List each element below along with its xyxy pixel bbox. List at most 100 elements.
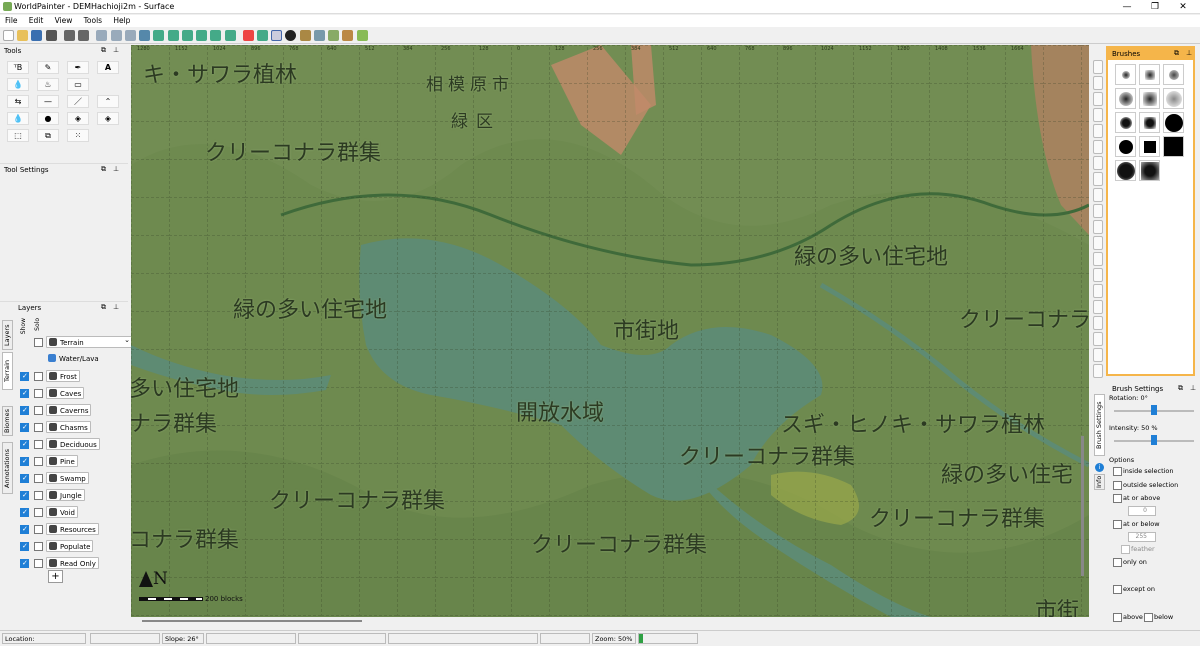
layer-button-pine[interactable]: Pine: [46, 455, 78, 467]
layer-show-checkbox[interactable]: [20, 525, 29, 534]
only-on-checkbox[interactable]: [1113, 558, 1122, 567]
palette-tab[interactable]: [1093, 364, 1103, 378]
brush-hard-round-icon[interactable]: [1163, 112, 1184, 133]
copy-selection-icon[interactable]: ⧉: [37, 129, 59, 142]
shrink-icon[interactable]: [210, 30, 222, 41]
redo-icon[interactable]: [78, 30, 90, 41]
dimension-properties-icon[interactable]: [139, 30, 151, 41]
palette-tab[interactable]: [1093, 220, 1103, 234]
vertical-scrollbar[interactable]: [1081, 436, 1084, 576]
layer-solo-checkbox[interactable]: [34, 389, 43, 398]
palette-tab[interactable]: [1093, 124, 1103, 138]
horizontal-scrollbar[interactable]: [142, 620, 362, 622]
layer-show-checkbox[interactable]: [20, 440, 29, 449]
palette-tab[interactable]: [1093, 300, 1103, 314]
shift-icon[interactable]: [167, 30, 179, 41]
tab-biomes[interactable]: Biomes: [2, 406, 13, 436]
palette-tab[interactable]: [1093, 332, 1103, 346]
layer-show-checkbox[interactable]: [20, 491, 29, 500]
palette-tab[interactable]: [1093, 140, 1103, 154]
clear-selection-icon[interactable]: ⁙: [67, 129, 89, 142]
float-icon[interactable]: ⧉: [101, 165, 106, 174]
pin-icon[interactable]: ⊥: [113, 165, 119, 173]
globe-icon[interactable]: [342, 30, 354, 41]
fit-view-icon[interactable]: [256, 30, 268, 41]
tab-layers[interactable]: Layers: [2, 320, 13, 350]
crosshair-icon[interactable]: [242, 30, 254, 41]
intensity-slider-thumb[interactable]: [1151, 435, 1157, 445]
text-tool-icon[interactable]: ᵀB: [7, 61, 29, 74]
view-icon[interactable]: [313, 30, 325, 41]
feather-checkbox[interactable]: [1121, 545, 1130, 554]
export-icon[interactable]: [45, 30, 57, 41]
water-spread-icon[interactable]: 💧: [7, 112, 29, 125]
layer-button-swamp[interactable]: Swamp: [46, 472, 89, 484]
palette-tab[interactable]: [1093, 188, 1103, 202]
float-icon[interactable]: ⧉: [101, 46, 106, 55]
map-canvas[interactable]: 1280 1152 1024 896 768 640 512 384 256 128 0 128 256…: [131, 45, 1089, 617]
at-or-below-checkbox[interactable]: [1113, 520, 1122, 529]
water-drop-icon[interactable]: 💧: [7, 78, 29, 91]
layer-solo-checkbox[interactable]: [34, 491, 43, 500]
layer-button-caves[interactable]: Caves: [46, 387, 85, 399]
level-icon[interactable]: —: [37, 95, 59, 108]
layer-solo-checkbox[interactable]: [34, 372, 43, 381]
target-icon[interactable]: [285, 30, 297, 41]
layer-solo-checkbox[interactable]: [34, 423, 43, 432]
minimize-button[interactable]: —: [1116, 0, 1138, 14]
label-tool-icon[interactable]: A: [97, 61, 119, 74]
layer-button-jungle[interactable]: Jungle: [46, 489, 85, 501]
lava-spread-icon[interactable]: ●: [37, 112, 59, 125]
slope-icon[interactable]: ／: [67, 95, 89, 108]
zoom-out-icon[interactable]: [110, 30, 122, 41]
lava-drop-icon[interactable]: ♨: [37, 78, 59, 91]
float-icon[interactable]: ⧉: [1174, 49, 1179, 58]
brush-dots-icon[interactable]: [1163, 88, 1184, 109]
layer-show-checkbox[interactable]: [20, 457, 29, 466]
sponge-icon[interactable]: ▭: [67, 78, 89, 91]
brush-fuzzy-round-icon[interactable]: [1115, 160, 1136, 181]
layer-button-caverns[interactable]: Caverns: [46, 404, 92, 416]
palette-tab[interactable]: [1093, 268, 1103, 282]
add-layer-button[interactable]: +: [48, 570, 63, 583]
outside-selection-checkbox[interactable]: [1113, 481, 1122, 490]
pin-icon[interactable]: ⊥: [1186, 49, 1192, 57]
palette-tab[interactable]: [1093, 108, 1103, 122]
plugins-icon[interactable]: [224, 30, 236, 41]
menu-tools[interactable]: Tools: [79, 15, 106, 25]
at-or-above-checkbox[interactable]: [1113, 494, 1122, 503]
inside-selection-checkbox[interactable]: [1113, 467, 1122, 476]
at-or-below-spinner[interactable]: 255: [1128, 532, 1156, 542]
new-file-icon[interactable]: [3, 30, 14, 41]
image-overlay-icon[interactable]: [299, 30, 311, 41]
mountain-icon[interactable]: [328, 30, 340, 41]
pin-icon[interactable]: ⊥: [113, 46, 119, 54]
open-file-icon[interactable]: [17, 30, 29, 41]
brush-soft-square-icon[interactable]: [1139, 64, 1160, 85]
layer-solo-checkbox[interactable]: [34, 457, 43, 466]
palette-tab[interactable]: [1093, 348, 1103, 362]
layer-solo-checkbox[interactable]: [34, 525, 43, 534]
palette-tab[interactable]: [1093, 284, 1103, 298]
palette-tab[interactable]: [1093, 172, 1103, 186]
menu-help[interactable]: Help: [108, 15, 134, 25]
biomes-icon[interactable]: [356, 30, 368, 41]
palette-tab[interactable]: [1093, 204, 1103, 218]
layer-button-frost[interactable]: Frost: [46, 370, 80, 382]
layer-button-resources[interactable]: Resources: [46, 523, 99, 535]
layer-show-checkbox[interactable]: [20, 508, 29, 517]
palette-tab[interactable]: [1093, 156, 1103, 170]
layer-button-read-only[interactable]: Read Only: [46, 557, 99, 569]
select-icon[interactable]: ⬚: [7, 129, 29, 142]
tab-info[interactable]: Info: [1094, 474, 1105, 490]
tab-terrain[interactable]: Terrain: [2, 352, 13, 390]
zoom-reset-icon[interactable]: [124, 30, 136, 41]
zoom-in-icon[interactable]: [96, 30, 108, 41]
undo-icon[interactable]: [63, 30, 75, 41]
pen-tool-icon[interactable]: ✒: [67, 61, 89, 74]
layer-show-checkbox[interactable]: [20, 406, 29, 415]
rotate-icon[interactable]: [153, 30, 165, 41]
layer-show-checkbox[interactable]: [20, 389, 29, 398]
rotation-slider-thumb[interactable]: [1151, 405, 1157, 415]
flatten-icon[interactable]: ⇆: [7, 95, 29, 108]
